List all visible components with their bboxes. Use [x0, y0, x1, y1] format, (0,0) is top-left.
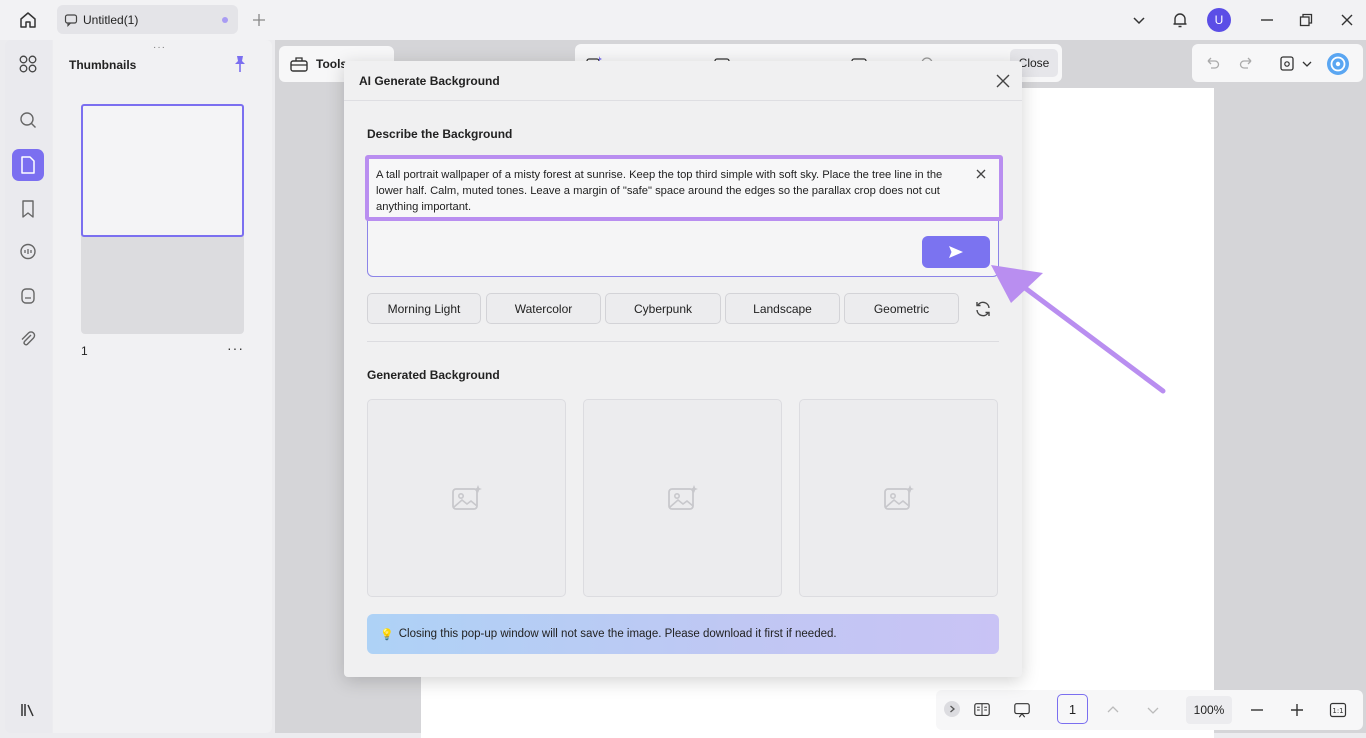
ai-generate-background-dialog: AI Generate Background Describe the Back…: [344, 61, 1022, 677]
previous-page-icon[interactable]: [1104, 701, 1122, 719]
chevron-down-icon[interactable]: [1127, 8, 1151, 32]
bulb-icon: 💡: [380, 628, 394, 641]
thumbnails-panel: ··· Thumbnails 1 ···: [53, 40, 272, 733]
reading-mode-icon[interactable]: [973, 701, 991, 719]
send-button[interactable]: [922, 236, 990, 268]
image-sparkle-icon: [667, 485, 698, 510]
panel-title: Thumbnails: [69, 58, 137, 72]
style-chip-cyberpunk[interactable]: Cyberpunk: [605, 293, 721, 324]
save-warning-notice: 💡 Closing this pop-up window will not sa…: [367, 614, 999, 654]
generated-label: Generated Background: [367, 368, 500, 382]
history-toolbar: [1192, 44, 1363, 82]
tab-title: Untitled(1): [83, 12, 139, 27]
toolbox-icon: [290, 57, 308, 72]
generated-image-slot[interactable]: [583, 399, 782, 597]
section-divider: [367, 341, 999, 342]
window-close-icon[interactable]: [1335, 8, 1359, 32]
presentation-icon[interactable]: [1013, 701, 1031, 719]
new-tab-button[interactable]: [249, 10, 269, 30]
annotation-arrow: [991, 265, 1166, 394]
page-icon[interactable]: [12, 149, 44, 181]
actual-size-icon[interactable]: 1:1: [1329, 701, 1347, 719]
describe-label: Describe the Background: [367, 127, 513, 141]
panel-drag-handle[interactable]: ···: [153, 42, 166, 53]
bookmark-icon[interactable]: [12, 193, 44, 225]
next-page-icon[interactable]: [1144, 701, 1162, 719]
avatar[interactable]: U: [1207, 8, 1231, 32]
document-tab[interactable]: Untitled(1): [57, 5, 238, 34]
undo-icon[interactable]: [1203, 54, 1221, 72]
close-icon[interactable]: [994, 72, 1012, 90]
thumbnail-more-button[interactable]: ···: [227, 340, 244, 356]
bottom-navigation-bar: 1 100% 1:1: [936, 690, 1363, 730]
style-chip-morning-light[interactable]: Morning Light: [367, 293, 481, 324]
style-chip-geometric[interactable]: Geometric: [844, 293, 959, 324]
pin-icon[interactable]: [230, 54, 250, 74]
image-sparkle-icon: [883, 485, 914, 510]
dialog-title: AI Generate Background: [359, 74, 500, 88]
send-icon: [949, 246, 963, 258]
bell-icon[interactable]: [1168, 8, 1192, 32]
left-nav-rail: [5, 40, 52, 733]
panel-toggle-icon[interactable]: [17, 699, 39, 721]
unsaved-dot: [222, 17, 228, 23]
style-chip-watercolor[interactable]: Watercolor: [486, 293, 601, 324]
minimize-icon[interactable]: [1255, 8, 1279, 32]
tools-label: Tools: [316, 57, 348, 71]
style-chip-landscape[interactable]: Landscape: [725, 293, 840, 324]
apps-icon[interactable]: [12, 48, 44, 80]
comment-icon[interactable]: [12, 236, 44, 268]
thumbnail-page-preview: [81, 104, 244, 237]
stamp-icon[interactable]: [12, 280, 44, 312]
comment-icon: [64, 13, 78, 27]
clear-prompt-icon[interactable]: [974, 167, 988, 181]
title-bar: Untitled(1) U: [0, 0, 1366, 40]
expand-icon[interactable]: [944, 701, 960, 717]
zoom-in-icon[interactable]: [1288, 701, 1306, 719]
thumbnail-page-number: 1: [81, 344, 88, 358]
generated-image-slot[interactable]: [367, 399, 566, 597]
svg-text:1:1: 1:1: [1332, 707, 1343, 715]
home-icon[interactable]: [14, 8, 42, 32]
save-icon[interactable]: [1278, 54, 1296, 72]
zoom-out-icon[interactable]: [1248, 701, 1266, 719]
generated-image-slot[interactable]: [799, 399, 998, 597]
attachment-icon[interactable]: [12, 324, 44, 356]
page-number-input[interactable]: 1: [1057, 694, 1088, 724]
prompt-text[interactable]: A tall portrait wallpaper of a misty for…: [376, 167, 966, 215]
notice-text: Closing this pop-up window will not save…: [398, 628, 837, 640]
page-thumbnail[interactable]: [81, 104, 244, 334]
image-sparkle-icon: [451, 485, 482, 510]
redo-icon[interactable]: [1238, 54, 1256, 72]
ai-assistant-icon[interactable]: [1326, 52, 1350, 76]
chevron-down-icon[interactable]: [1301, 54, 1313, 72]
zoom-level[interactable]: 100%: [1186, 696, 1232, 724]
search-icon[interactable]: [12, 104, 44, 136]
dialog-header: AI Generate Background: [344, 61, 1022, 101]
restore-icon[interactable]: [1294, 8, 1318, 32]
